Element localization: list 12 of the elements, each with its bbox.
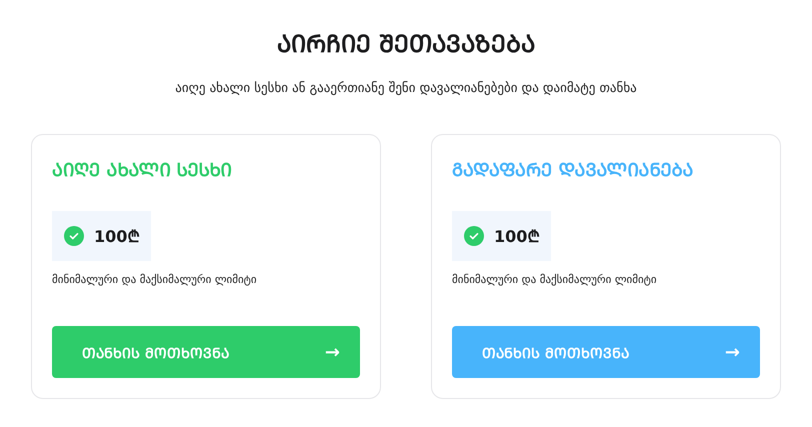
check-icon (64, 226, 84, 246)
request-button[interactable]: ᲗᲐᲜᲮᲘᲡ ᲛᲝᲗᲮᲝᲕᲜᲐ → (52, 326, 360, 378)
offer-title: ᲐᲘᲦᲔ ᲐᲮᲐᲚᲘ ᲡᲔᲡᲮᲘ (52, 159, 233, 181)
amount-value: 100₾ (94, 226, 140, 247)
page-title: ᲐᲘᲠᲩᲘᲔ ᲨᲔᲗᲐᲕᲐᲖᲔᲑᲐ (276, 29, 536, 59)
offer-title: ᲒᲐᲓᲐᲤᲐᲠᲔ ᲓᲐᲕᲐᲚᲘᲐᲜᲔᲑᲐ (452, 159, 694, 181)
request-button[interactable]: ᲗᲐᲜᲮᲘᲡ ᲛᲝᲗᲮᲝᲕᲜᲐ → (452, 326, 760, 378)
page-subtitle: აიღე ახალი სესხი ან გააერთიანე შენი დავალიანებები და დაიმატე თანხა (175, 81, 637, 96)
limit-note: მინიმალური და მაქსიმალური ლიმიტი (52, 273, 258, 286)
amount-value: 100₾ (494, 226, 540, 247)
limit-note: მინიმალური და მაქსიმალური ლიმიტი (452, 273, 658, 286)
check-icon (464, 226, 484, 246)
